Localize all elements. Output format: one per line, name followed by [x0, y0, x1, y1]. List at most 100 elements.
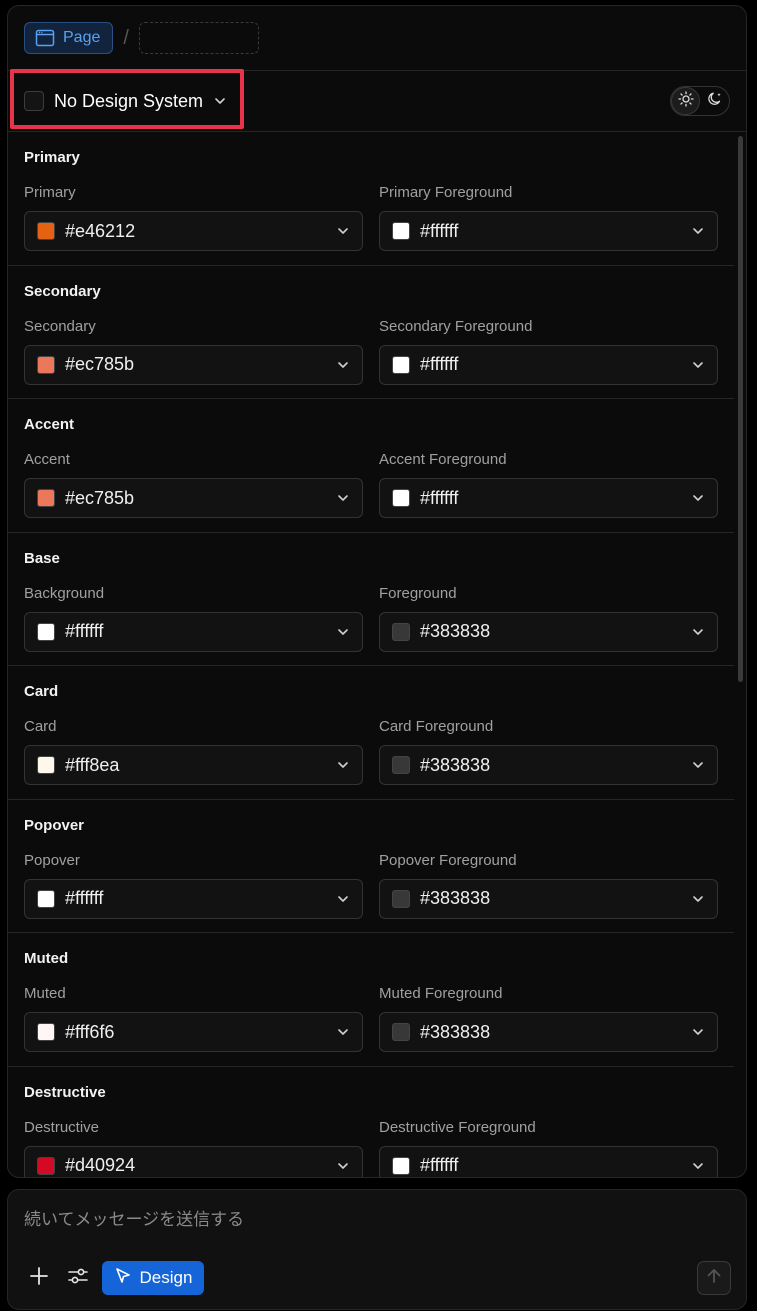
- color-swatch[interactable]: [37, 1156, 55, 1175]
- color-swatch[interactable]: [392, 355, 410, 374]
- color-swatch[interactable]: [37, 889, 55, 908]
- chevron-down-icon: [691, 892, 705, 906]
- section-card: Card Card #fff8ea Card Foreground #38383…: [8, 666, 734, 800]
- chevron-down-icon: [336, 1025, 350, 1039]
- color-swatch[interactable]: [37, 222, 55, 240]
- color-field: Destructive Foreground #ffffff: [379, 1119, 718, 1177]
- design-system-checkbox[interactable]: [24, 91, 44, 111]
- field-label: Primary: [24, 184, 76, 201]
- send-button[interactable]: [697, 1261, 731, 1295]
- section-secondary: Secondary Secondary #ec785b Secondary Fo…: [8, 266, 734, 399]
- color-hex-value: #d40924: [65, 1155, 136, 1175]
- design-system-select[interactable]: No Design System: [24, 81, 227, 121]
- chevron-down-icon: [336, 224, 350, 238]
- design-system-label: No Design System: [54, 90, 204, 111]
- field-label: Card: [24, 718, 57, 735]
- sun-icon: [677, 90, 694, 112]
- breadcrumb-separator: /: [123, 26, 129, 49]
- message-input[interactable]: [24, 1208, 714, 1232]
- color-picker[interactable]: #d40924: [24, 1145, 363, 1177]
- color-picker[interactable]: #ffffff: [379, 1145, 718, 1177]
- color-swatch[interactable]: [37, 756, 55, 774]
- color-field: Muted Foreground #383838: [379, 985, 718, 1052]
- color-swatch[interactable]: [37, 622, 55, 641]
- light-mode-button[interactable]: [671, 87, 700, 115]
- color-field: Primary Foreground #ffffff: [379, 184, 718, 251]
- breadcrumb: Page /: [8, 6, 746, 71]
- color-picker[interactable]: #fff6f6: [24, 1012, 363, 1052]
- color-swatch[interactable]: [392, 756, 410, 774]
- field-label: Popover Foreground: [379, 851, 517, 869]
- color-picker[interactable]: #ffffff: [379, 211, 718, 251]
- color-picker[interactable]: #fff8ea: [24, 745, 363, 785]
- color-swatch[interactable]: [392, 622, 410, 641]
- color-hex-value: #ffffff: [420, 354, 459, 374]
- color-picker[interactable]: #ffffff: [379, 478, 718, 518]
- chevron-down-icon: [336, 1159, 350, 1173]
- field-label: Background: [24, 584, 105, 602]
- section-title: Card: [24, 683, 59, 700]
- color-hex-value: #ec785b: [65, 354, 135, 374]
- chevron-down-icon: [691, 1159, 705, 1173]
- section-title: Popover: [24, 816, 85, 834]
- color-swatch[interactable]: [392, 489, 410, 507]
- chevron-down-icon: [691, 491, 705, 505]
- color-swatch[interactable]: [392, 222, 410, 240]
- color-picker[interactable]: #383838: [379, 1012, 718, 1052]
- sliders-icon: [67, 1266, 89, 1291]
- color-field: Card Foreground #383838: [379, 718, 718, 785]
- color-field: Primary #e46212: [24, 184, 363, 251]
- arrow-up-icon: [705, 1267, 723, 1290]
- theme-editor-panel: Page / No Design System Primary Primary …: [7, 5, 747, 1178]
- chevron-down-icon: [691, 1025, 705, 1039]
- field-label: Card Foreground: [379, 718, 494, 735]
- color-swatch[interactable]: [392, 889, 410, 908]
- color-field: Background #ffffff: [24, 585, 363, 652]
- field-label: Secondary: [24, 317, 96, 335]
- empty-breadcrumb-slot[interactable]: [138, 22, 259, 54]
- page-breadcrumb-label: Page: [63, 29, 101, 46]
- chevron-down-icon: [691, 625, 705, 639]
- field-label: Secondary Foreground: [379, 317, 533, 335]
- color-picker[interactable]: #ffffff: [24, 878, 363, 919]
- color-picker[interactable]: #ffffff: [24, 611, 363, 652]
- color-picker[interactable]: #e46212: [24, 211, 363, 251]
- color-picker[interactable]: #383838: [379, 878, 718, 919]
- color-hex-value: #ffffff: [420, 487, 459, 508]
- settings-button[interactable]: [65, 1261, 91, 1295]
- section-title: Primary: [24, 149, 80, 166]
- design-mode-button[interactable]: Design: [102, 1261, 204, 1295]
- section-title: Muted: [24, 950, 69, 967]
- color-hex-value: #ffffff: [420, 220, 459, 241]
- field-label: Muted: [24, 985, 66, 1002]
- color-field: Muted #fff6f6: [24, 985, 363, 1052]
- section-title: Accent: [24, 416, 75, 433]
- color-picker[interactable]: #383838: [379, 745, 718, 785]
- scrollbar-thumb[interactable]: [738, 136, 743, 682]
- color-field: Destructive #d40924: [24, 1119, 363, 1177]
- color-picker[interactable]: #383838: [379, 611, 718, 652]
- color-field: Secondary #ec785b: [24, 318, 363, 385]
- color-swatch[interactable]: [392, 1156, 410, 1175]
- color-swatch[interactable]: [37, 355, 55, 374]
- chevron-down-icon: [691, 358, 705, 372]
- field-label: Accent: [24, 451, 70, 468]
- color-field: Secondary Foreground #ffffff: [379, 318, 718, 385]
- section-primary: Primary Primary #e46212 Primary Foregrou…: [8, 132, 734, 266]
- section-title: Base: [24, 549, 60, 567]
- color-picker[interactable]: #ec785b: [24, 344, 363, 385]
- add-button[interactable]: [26, 1261, 52, 1295]
- color-picker[interactable]: #ffffff: [379, 344, 718, 385]
- color-picker[interactable]: #ec785b: [24, 478, 363, 518]
- chevron-down-icon: [336, 625, 350, 639]
- color-field: Accent #ec785b: [24, 451, 363, 518]
- chevron-down-icon: [336, 491, 350, 505]
- color-sections-list[interactable]: Primary Primary #e46212 Primary Foregrou…: [8, 132, 746, 1177]
- page-breadcrumb-button[interactable]: Page: [24, 22, 114, 54]
- color-hex-value: #ffffff: [420, 1155, 459, 1175]
- dark-mode-button[interactable]: [700, 87, 729, 115]
- color-hex-value: #fff8ea: [65, 754, 120, 775]
- color-swatch[interactable]: [392, 1023, 410, 1041]
- color-swatch[interactable]: [37, 489, 55, 507]
- color-swatch[interactable]: [37, 1023, 55, 1041]
